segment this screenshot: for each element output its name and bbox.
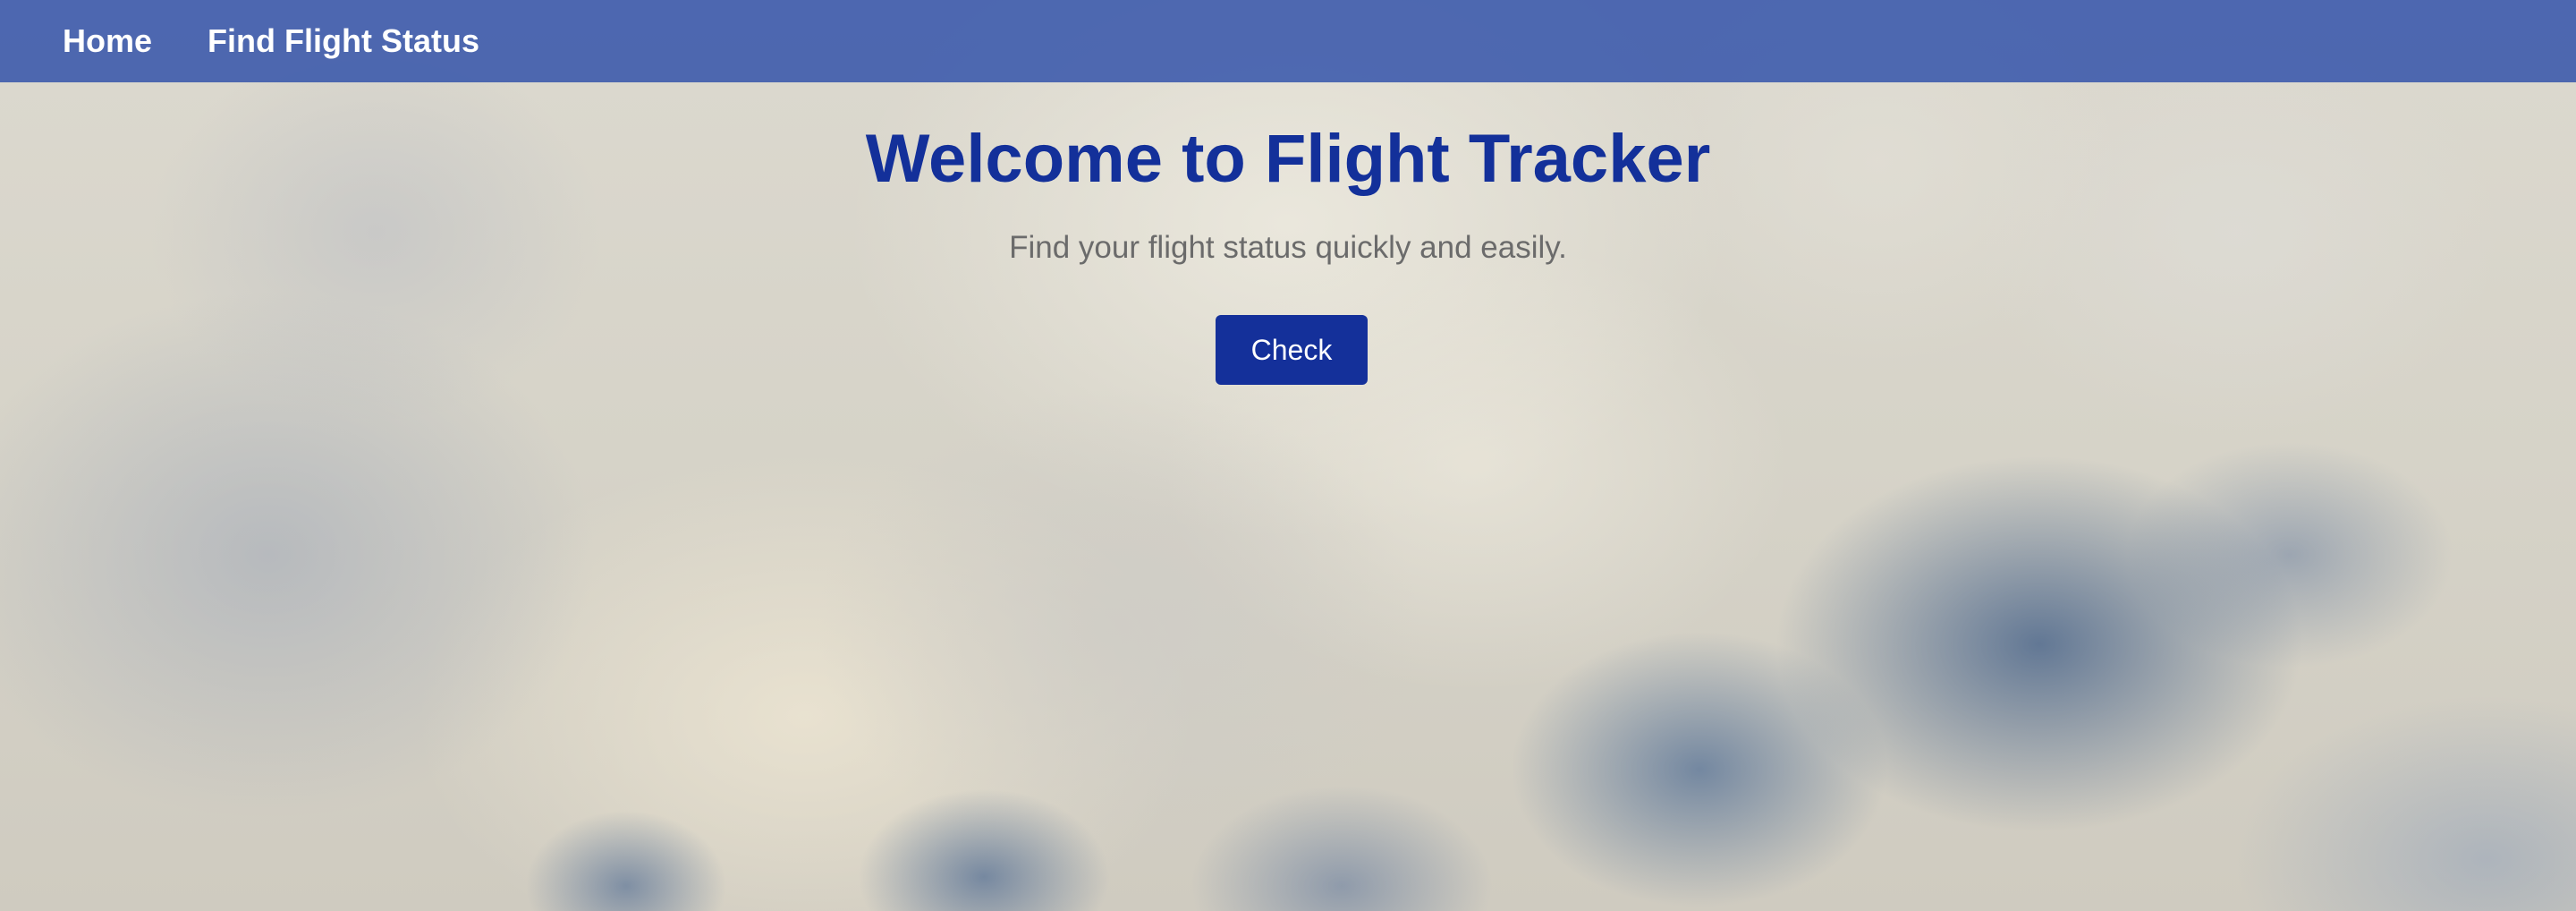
check-button[interactable]: Check <box>1216 315 1368 386</box>
hero-section: Welcome to Flight Tracker Find your flig… <box>0 82 2576 386</box>
page: Home Find Flight Status Welcome to Fligh… <box>0 0 2576 911</box>
navbar: Home Find Flight Status <box>0 0 2576 82</box>
page-title: Welcome to Flight Tracker <box>865 121 1711 197</box>
nav-link-home[interactable]: Home <box>63 25 152 57</box>
hero-subtitle: Find your flight status quickly and easi… <box>1009 229 1567 265</box>
nav-link-find-flight-status[interactable]: Find Flight Status <box>208 25 479 57</box>
